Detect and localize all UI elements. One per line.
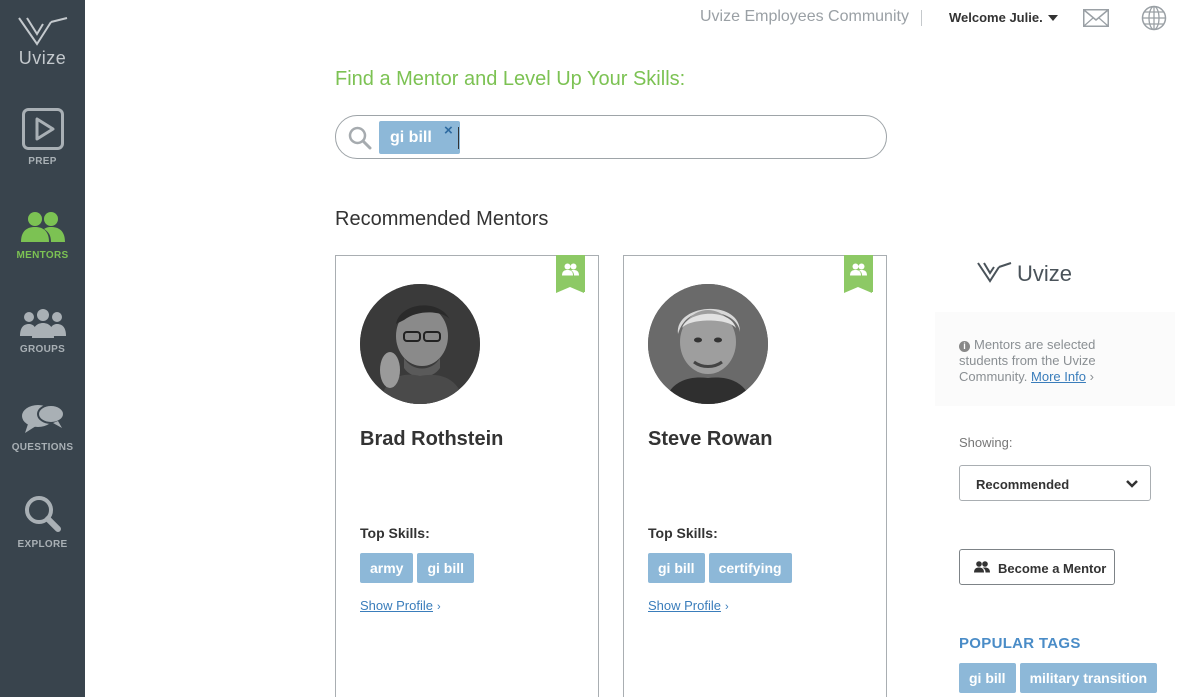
chevron-right-icon: › [724,601,729,613]
show-profile-link[interactable]: Show Profile › [360,598,441,613]
become-mentor-button[interactable]: Become a Mentor [959,549,1115,585]
showing-select[interactable]: Recommended [959,465,1151,501]
play-icon [21,108,64,150]
skill-tags: gi bill certifying [648,553,792,583]
chevron-right-icon: › [436,601,441,613]
find-mentor-heading: Find a Mentor and Level Up Your Skills: [335,68,686,90]
uvize-logo-icon: Uvize [977,261,1072,286]
top-bar: Uvize Employees Community Welcome Julie. [85,0,1179,36]
mentor-name[interactable]: Brad Rothstein [360,428,503,451]
popular-tag[interactable]: military transition [1019,663,1158,693]
more-info-link[interactable]: More Info [1031,369,1086,384]
welcome-text: Welcome Julie. [949,10,1043,25]
skill-tag[interactable]: gi bill [417,553,475,583]
chevron-down-icon [1126,480,1138,488]
mentor-search-input[interactable]: gi bill × [335,115,887,159]
uvize-logo-mark-icon [17,17,67,46]
info-text: i Mentors are selected students from the … [959,337,1139,385]
avatar-photo-icon [360,284,480,404]
mentor-badge-icon [850,263,867,276]
sidebar: Uvize PREP MENTORS GROUPS QUESTIONS EXPL… [0,0,85,697]
logo-text: Uvize [18,48,67,68]
mentor-card: Steve Rowan Top Skills: gi bill certifyi… [623,255,887,697]
skill-tag[interactable]: certifying [708,553,792,583]
sidebar-item-prep[interactable]: PREP [0,108,85,167]
popular-tags: gi bill military transition [959,663,1158,693]
show-profile-label: Show Profile [360,598,433,613]
top-skills-label: Top Skills: [648,525,718,541]
sidebar-item-label: GROUPS [19,344,66,355]
skill-tag[interactable]: gi bill [648,553,705,583]
search-token-label: gi bill [390,129,432,146]
sidebar-item-label: EXPLORE [17,539,68,550]
sidebar-item-label: PREP [28,156,57,167]
show-profile-link[interactable]: Show Profile › [648,598,729,613]
globe-icon[interactable] [1141,5,1167,31]
avatar[interactable] [360,284,480,404]
chevron-right-icon: › [1089,369,1094,384]
showing-select-value: Recommended [976,477,1070,492]
sidebar-item-label: QUESTIONS [11,442,74,453]
mentors-icon [20,212,65,242]
popular-tags-heading: POPULAR TAGS [959,635,1081,652]
become-mentor-label: Become a Mentor [998,561,1107,576]
search-token: gi bill × [379,121,460,154]
user-menu[interactable]: Welcome Julie. [949,10,1058,25]
sidebar-item-groups[interactable]: GROUPS [0,308,85,355]
info-icon: i [959,341,970,352]
mentor-info-box: i Mentors are selected students from the … [935,312,1175,406]
uvize-logo[interactable]: Uvize [0,16,85,69]
remove-token-icon[interactable]: × [444,114,453,147]
recommended-mentors-heading: Recommended Mentors [335,208,549,230]
mentor-icon [974,561,990,573]
text-cursor [458,127,459,149]
mentor-ribbon [556,255,585,293]
header-divider [921,10,922,26]
mentor-card: Brad Rothstein Top Skills: army gi bill … [335,255,599,697]
uvize-logo-right: Uvize [977,259,1089,290]
popular-tag[interactable]: gi bill [959,663,1016,693]
skill-tags: army gi bill [360,553,475,583]
sidebar-item-explore[interactable]: EXPLORE [0,495,85,550]
avatar-photo-icon [648,284,768,404]
questions-icon [21,404,65,433]
show-profile-label: Show Profile [648,598,721,613]
skill-tag[interactable]: army [360,553,414,583]
top-skills-label: Top Skills: [360,525,430,541]
groups-icon [19,309,66,338]
mail-icon[interactable] [1083,9,1109,27]
showing-label: Showing: [959,435,1013,450]
community-name[interactable]: Uvize Employees Community [700,8,909,26]
sidebar-item-label: MENTORS [16,250,69,261]
magnifier-icon [24,496,61,532]
mentor-badge-icon [562,263,579,276]
sidebar-item-questions[interactable]: QUESTIONS [0,402,85,453]
mentor-name[interactable]: Steve Rowan [648,428,772,451]
sidebar-item-mentors[interactable]: MENTORS [0,210,85,261]
mentor-ribbon [844,255,873,293]
right-logo-text: Uvize [1017,261,1072,285]
avatar[interactable] [648,284,768,404]
search-icon [348,126,372,150]
caret-down-icon [1047,15,1058,21]
